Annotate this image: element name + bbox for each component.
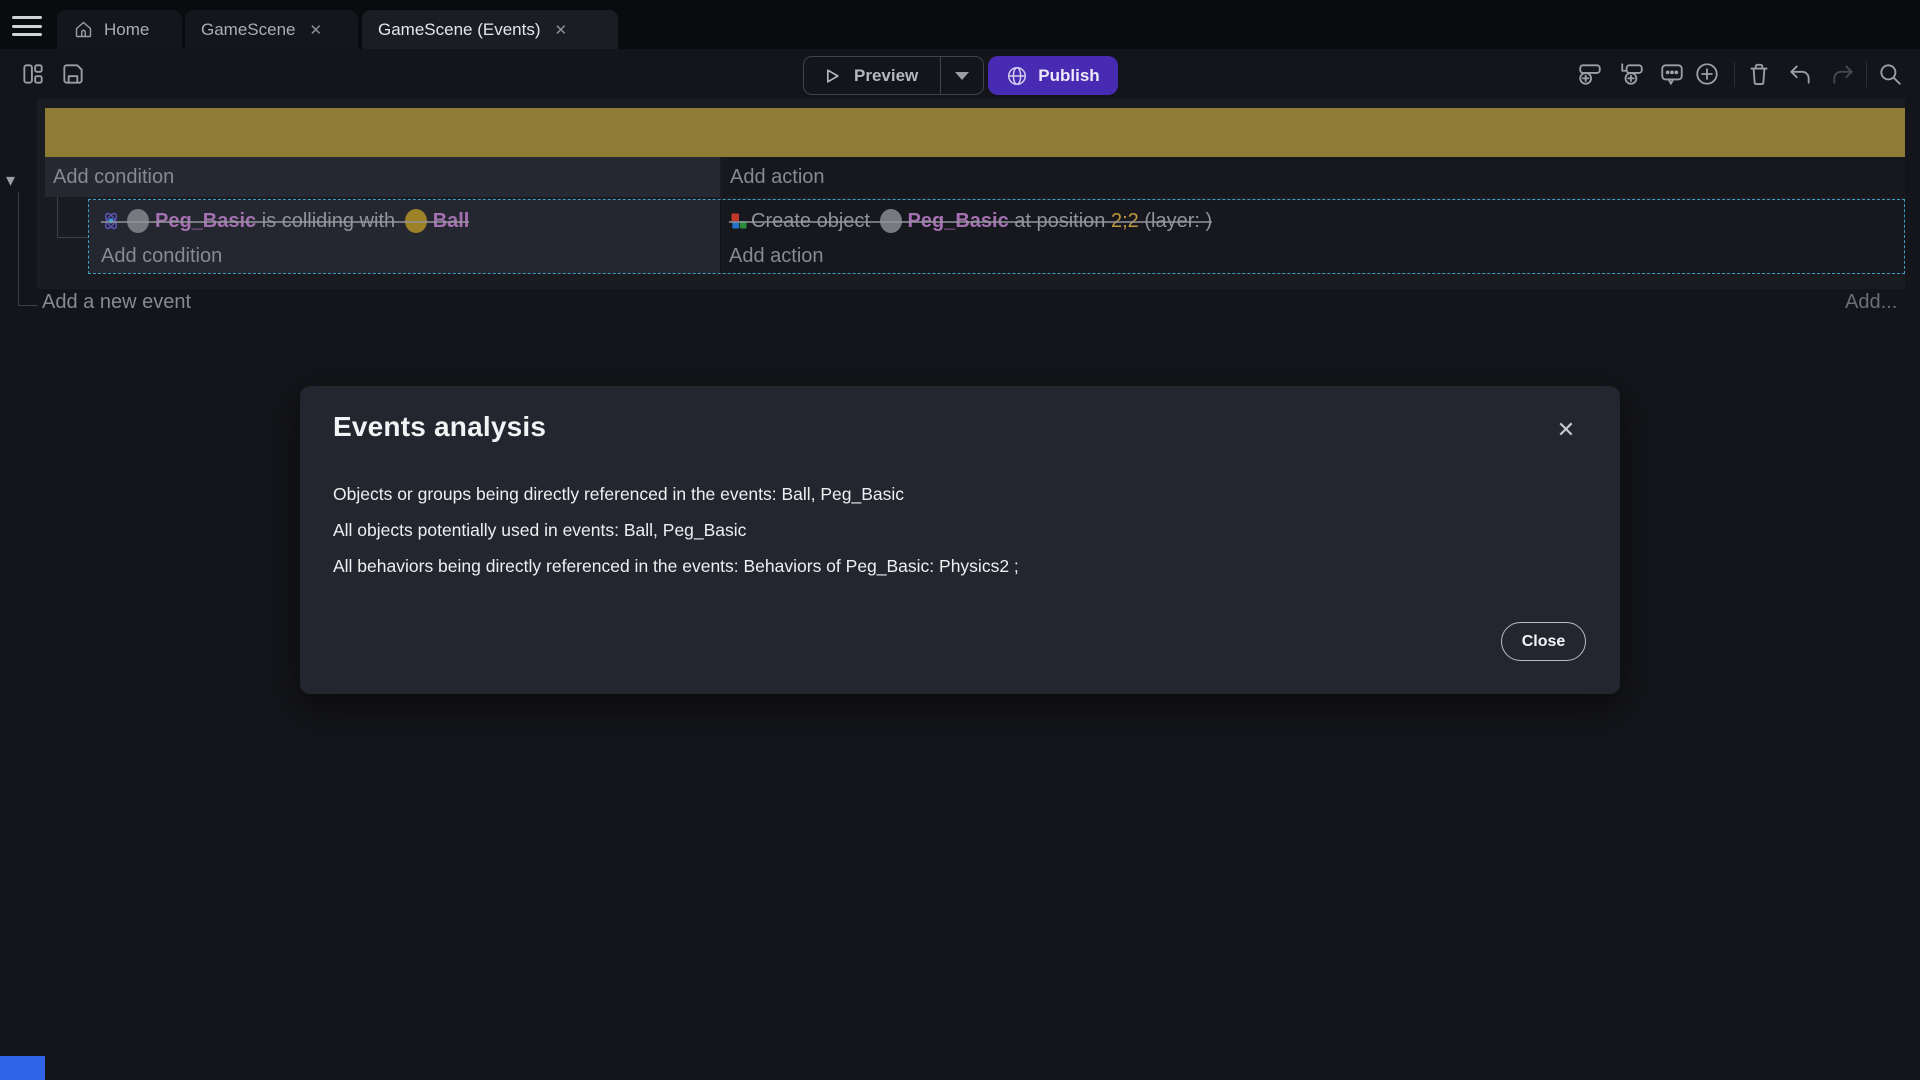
event-tree-line [18,305,38,306]
events-toolbar: Preview Publish [0,49,1920,99]
action-text: at position [1009,210,1111,233]
dialog-title: Events analysis [333,411,546,443]
preview-label: Preview [854,66,918,86]
publish-button[interactable]: Publish [988,56,1118,95]
preview-options-dropdown[interactable] [941,57,983,94]
selected-event-highlight[interactable] [45,108,1905,157]
add-more-link[interactable]: Add... [1845,291,1897,314]
dialog-close-icon[interactable]: ✕ [1546,410,1586,450]
add-condition-link[interactable]: Add condition [101,245,222,268]
action-text: (layer: ) [1139,210,1212,233]
publish-label: Publish [1038,66,1099,86]
bottom-left-blue-badge [0,1056,45,1080]
parent-add-condition-cell[interactable]: Add condition [45,157,720,197]
redo-icon[interactable] [1830,61,1856,87]
choose-and-add-event-icon[interactable] [1694,61,1720,87]
delete-icon[interactable] [1746,61,1772,87]
search-icon[interactable] [1877,61,1903,87]
object-icon-peg-basic [127,209,149,233]
add-new-event-link[interactable]: Add a new event [42,291,191,314]
add-condition-link[interactable]: Add condition [53,166,174,189]
analysis-line-objects-referenced: Objects or groups being directly referen… [333,476,1019,512]
dialog-close-button[interactable]: Close [1501,622,1586,661]
project-manager-icon[interactable] [20,61,46,87]
add-subevent-icon[interactable] [1619,61,1645,87]
event-tree-line [18,192,19,305]
object-icon-peg-basic [880,209,902,233]
position-value: 2;2 [1111,210,1139,233]
physics-behavior-icon [101,211,121,231]
condition-text: is colliding with [256,210,401,233]
close-tab-icon[interactable]: ✕ [306,19,327,41]
close-tab-icon[interactable]: ✕ [551,19,572,41]
event-tree-line [57,197,58,238]
selected-sub-event-row[interactable]: Peg_Basic is colliding with Ball Add con… [88,199,1905,274]
analysis-line-objects-used: All objects potentially used in events: … [333,512,1019,548]
play-icon [822,66,842,86]
action-create-object[interactable]: Create object Peg_Basic at position 2;2 … [729,204,1212,238]
preview-button[interactable]: Preview [803,56,984,95]
events-analysis-dialog: Events analysis ✕ Objects or groups bein… [300,386,1620,694]
tab-label: GameScene [201,20,296,40]
main-menu-button[interactable] [12,16,42,36]
object-name: Ball [433,210,470,233]
object-icon-ball [405,209,427,233]
create-object-icon [729,211,749,231]
divider [1866,62,1867,87]
chevron-down-icon [955,72,969,80]
home-icon [73,19,94,40]
condition-peg-colliding-ball[interactable]: Peg_Basic is colliding with Ball [101,204,469,238]
add-comment-icon[interactable] [1659,61,1685,87]
sub-event-actions-cell[interactable]: Create object Peg_Basic at position 2;2 … [720,200,1904,273]
gdevelop-editor-window: Home GameScene ✕ GameScene (Events) ✕ Pr… [0,0,1920,1080]
add-action-link[interactable]: Add action [730,166,825,189]
tab-label: Home [104,20,149,40]
globe-icon [1006,65,1028,87]
action-text: Create object [751,210,876,233]
tab-gamescene-events[interactable]: GameScene (Events) ✕ [362,10,618,49]
parent-event-row: Add condition Add action [45,157,1905,197]
tab-gamescene[interactable]: GameScene ✕ [185,10,358,49]
sub-event-conditions-cell[interactable]: Peg_Basic is colliding with Ball Add con… [89,200,720,273]
events-sheet: Add condition Add action Peg_Basic is co… [37,99,1905,289]
event-tree-line [57,237,88,238]
divider [1734,62,1735,87]
dialog-body: Objects or groups being directly referen… [333,476,1019,584]
add-event-icon[interactable] [1577,61,1603,87]
preview-button-main[interactable]: Preview [804,57,940,94]
save-icon[interactable] [60,61,86,87]
tab-home[interactable]: Home [57,10,182,49]
undo-icon[interactable] [1787,61,1813,87]
collapse-event-caret-icon[interactable]: ▾ [6,170,15,191]
tab-bar: Home GameScene ✕ GameScene (Events) ✕ [0,0,1920,49]
object-name: Peg_Basic [908,210,1009,233]
object-name: Peg_Basic [155,210,256,233]
add-action-link[interactable]: Add action [729,245,824,268]
tab-label: GameScene (Events) [378,20,541,40]
parent-add-action-cell[interactable]: Add action [722,157,1905,197]
analysis-line-behaviors-referenced: All behaviors being directly referenced … [333,548,1019,584]
